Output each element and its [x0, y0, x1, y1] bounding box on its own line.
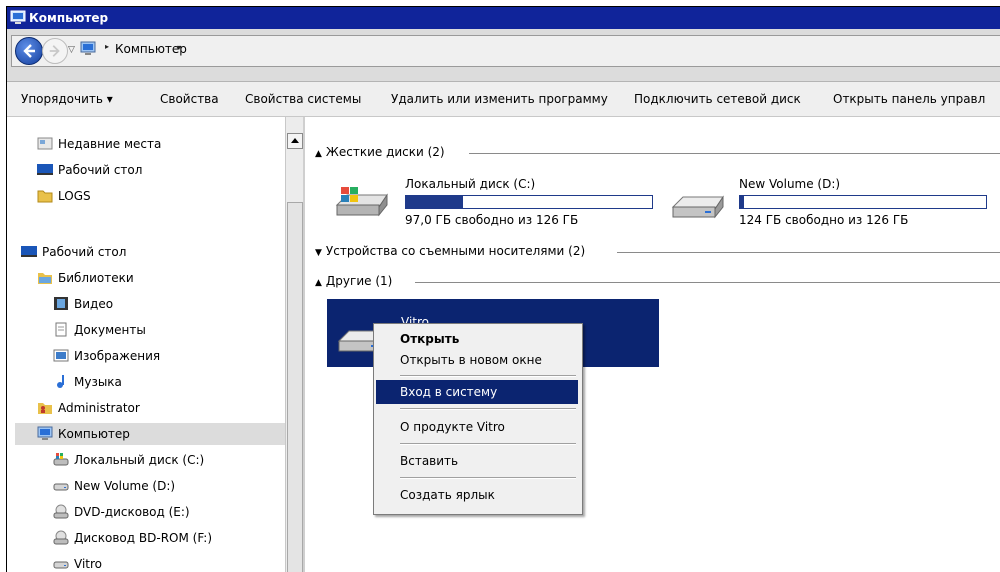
system-drive-icon [335, 187, 388, 217]
drive-icon [53, 561, 69, 569]
dvd-drive-icon [53, 504, 69, 519]
drive-d-usage-bar [739, 195, 987, 209]
nav-item-documents[interactable]: Документы [53, 319, 277, 341]
group-removable[interactable]: ▼ Устройства со съемными носителями (2) [315, 244, 585, 260]
arrow-up-icon [291, 138, 299, 143]
nav-item-recent-places[interactable]: Недавние места [37, 133, 277, 155]
desktop-icon [37, 164, 53, 175]
expand-arrow-icon: ▼ [315, 248, 322, 258]
nav-item-drive-d[interactable]: New Volume (D:) [53, 475, 277, 497]
drive-d-free-space: 124 ГБ свободно из 126 ГБ [739, 213, 909, 227]
drive-c-free-space: 97,0 ГБ свободно из 126 ГБ [405, 213, 579, 227]
collapse-arrow-icon: ▲ [315, 278, 322, 288]
explorer-window: Компьютер ▽ ▸ Компьютер ▾ Упорядочить ▾ … [6, 6, 1000, 572]
nav-item-drive-c[interactable]: Локальный диск (C:) [53, 449, 277, 471]
map-network-drive-button[interactable]: Подключить сетевой диск [634, 92, 801, 106]
nav-item-logs[interactable]: LOGS [37, 185, 277, 207]
group-hard-disks[interactable]: ▲ Жесткие диски (2) [315, 145, 445, 161]
group-divider [415, 282, 1000, 283]
nav-item-video[interactable]: Видео [53, 293, 277, 315]
uninstall-program-button[interactable]: Удалить или изменить программу [391, 92, 608, 106]
nav-item-desktop[interactable]: Рабочий стол [37, 159, 277, 181]
drive-icon [53, 483, 69, 491]
drive-icon [671, 195, 724, 219]
pictures-icon [53, 349, 69, 362]
arrow-right-icon [49, 45, 60, 57]
drive-d-usage-fill [740, 196, 744, 208]
window-title: Компьютер [29, 11, 109, 25]
computer-icon [80, 41, 96, 55]
context-menu: Открыть Открыть в новом окне Вход в сист… [373, 323, 583, 515]
nav-item-vitro[interactable]: Vitro [53, 553, 277, 572]
system-drive-icon [53, 453, 69, 466]
nav-item-drive-f[interactable]: Дисковод BD-ROM (F:) [53, 527, 277, 549]
drive-d-name[interactable]: New Volume (D:) [739, 177, 840, 191]
menu-separator [400, 375, 576, 377]
nav-item-computer[interactable]: Компьютер [15, 423, 285, 445]
collapse-arrow-icon: ▲ [315, 149, 322, 159]
nav-scrollbar[interactable] [285, 117, 303, 572]
system-properties-button[interactable]: Свойства системы [245, 92, 361, 106]
drive-c-usage-fill [406, 196, 463, 208]
scroll-thumb[interactable] [287, 202, 303, 572]
open-control-panel-button[interactable]: Открыть панель управл [833, 92, 985, 106]
documents-icon [55, 322, 67, 337]
title-bar[interactable]: Компьютер [7, 7, 1000, 29]
user-folder-icon [38, 403, 52, 414]
menu-open-new-window[interactable]: Открыть в новом окне [376, 348, 578, 372]
nav-item-libraries[interactable]: Библиотеки [37, 267, 277, 289]
organize-button[interactable]: Упорядочить ▾ [21, 92, 113, 106]
group-divider [617, 252, 1000, 253]
nav-item-administrator[interactable]: Administrator [37, 397, 277, 419]
group-other[interactable]: ▲ Другие (1) [315, 274, 392, 290]
menu-login[interactable]: Вход в систему [376, 380, 578, 404]
drive-c-usage-bar [405, 195, 653, 209]
nav-item-desktop-root[interactable]: Рабочий стол [21, 241, 277, 263]
forward-button[interactable] [42, 38, 68, 64]
group-divider [469, 153, 1000, 154]
folder-icon [37, 190, 53, 203]
music-icon [57, 375, 64, 388]
arrow-left-icon [23, 44, 35, 58]
scroll-up-button[interactable] [287, 133, 303, 149]
nav-item-pictures[interactable]: Изображения [53, 345, 277, 367]
computer-icon [37, 426, 53, 440]
menu-separator [400, 443, 576, 445]
menu-separator [400, 408, 576, 410]
recent-places-icon [37, 137, 53, 150]
back-button[interactable] [15, 37, 43, 65]
drive-c-name[interactable]: Локальный диск (C:) [405, 177, 535, 191]
command-bar: Упорядочить ▾ Свойства Свойства системы … [7, 82, 1000, 117]
menu-create-shortcut[interactable]: Создать ярлык [376, 483, 578, 507]
breadcrumb-separator[interactable]: ▸ [105, 42, 109, 51]
chevron-down-icon[interactable]: ▾ [177, 43, 181, 52]
computer-icon [10, 10, 26, 24]
recent-pages-dropdown[interactable]: ▽ [68, 45, 75, 55]
menu-about-vitro[interactable]: О продукте Vitro [376, 415, 578, 439]
menu-paste[interactable]: Вставить [376, 449, 578, 473]
navigation-pane: Недавние места Рабочий стол LOGS Рабочий… [7, 117, 285, 572]
nav-item-music[interactable]: Музыка [53, 371, 277, 393]
navigation-bar: ▽ ▸ Компьютер ▾ [7, 29, 1000, 82]
video-icon [54, 297, 68, 310]
properties-button[interactable]: Свойства [160, 92, 219, 106]
menu-separator [400, 477, 576, 479]
desktop-icon [21, 246, 37, 257]
bd-drive-icon [53, 530, 69, 545]
libraries-icon [38, 273, 52, 284]
nav-item-drive-e[interactable]: DVD-дисковод (E:) [53, 501, 277, 523]
